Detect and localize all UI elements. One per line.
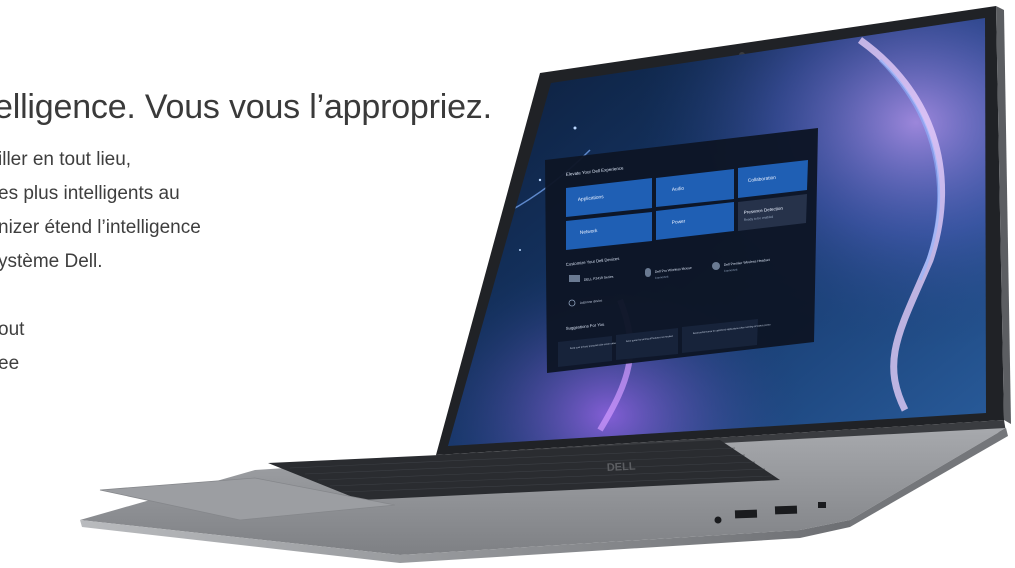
monitor-icon: [569, 275, 580, 282]
hero-body: iller en tout lieu, es plus intelligents…: [0, 143, 201, 381]
hero-line-6: ee: [0, 353, 20, 374]
hero-line-2: es plus intelligents au: [0, 183, 180, 204]
headset-icon: [712, 262, 720, 270]
optimizer-window: Elevate Your Dell Experience Application…: [545, 128, 818, 373]
hero-headline: elligence. Vous vous l’appropriez.: [0, 88, 492, 126]
hero-line-1: iller en tout lieu,: [0, 149, 132, 170]
laptop-screen: Elevate Your Dell Experience Application…: [448, 18, 986, 446]
hero-line-5: out: [0, 319, 25, 340]
hero-line-4: ystème Dell.: [0, 251, 103, 272]
lock-slot: [818, 502, 826, 508]
usb-port-1: [734, 509, 758, 519]
audio-jack-port: [714, 516, 722, 524]
dell-logo: DELL: [607, 460, 637, 474]
hero-line-3: nizer étend l’intelligence: [0, 217, 201, 238]
mouse-icon: [645, 268, 651, 277]
usb-port-2: [774, 505, 798, 515]
